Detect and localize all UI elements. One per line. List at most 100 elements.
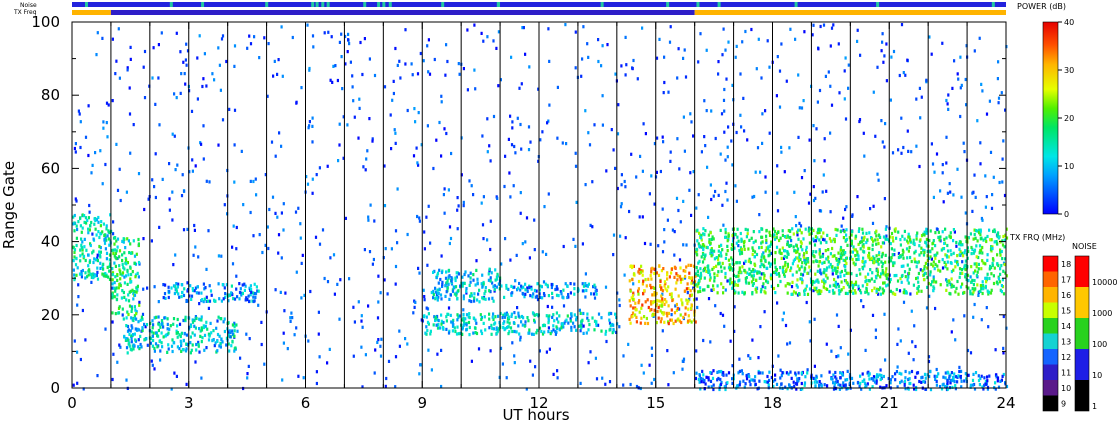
scatter-cell — [184, 82, 187, 86]
scatter-cell — [827, 248, 830, 252]
scatter-cell — [276, 72, 279, 76]
scatter-cell — [517, 324, 520, 328]
scatter-cell — [943, 260, 946, 265]
scatter-cell — [235, 247, 238, 251]
scatter-cell — [682, 115, 685, 119]
scatter-cell — [105, 224, 108, 228]
scatter-cell — [175, 331, 178, 335]
scatter-cell — [859, 247, 862, 251]
scatter-cell — [738, 383, 741, 387]
scatter-cell — [326, 164, 329, 168]
scatter-cell — [900, 264, 903, 268]
scatter-cell — [184, 58, 187, 62]
scatter-cell — [483, 292, 486, 296]
scatter-cell — [72, 222, 75, 226]
scatter-cell — [845, 228, 848, 232]
scatter-cell — [490, 332, 493, 336]
scatter-cell — [101, 182, 104, 186]
scatter-cell — [422, 288, 425, 292]
scatter-cell — [608, 380, 612, 384]
scatter-cell — [712, 369, 715, 373]
scatter-cell — [697, 377, 700, 381]
scatter-cell — [673, 275, 676, 279]
scatter-cell — [864, 275, 867, 279]
scatter-cell — [209, 289, 213, 293]
scatter-cell — [509, 326, 513, 330]
scatter-cell — [980, 286, 983, 291]
scatter-cell — [326, 361, 329, 365]
scatter-cell — [476, 277, 479, 281]
scatter-cell — [439, 277, 442, 282]
scatter-cell — [792, 380, 795, 384]
scatter-cell — [800, 277, 803, 281]
scatter-cell — [673, 253, 676, 257]
scatter-cell — [129, 57, 132, 61]
scatter-cell — [679, 280, 683, 284]
scatter-cell — [453, 326, 456, 330]
scatter-cell — [681, 367, 684, 371]
scatter-cell — [233, 297, 237, 301]
scatter-cell — [102, 222, 105, 226]
scatter-cell — [547, 27, 550, 31]
scatter-cell — [444, 73, 447, 77]
scatter-cell — [198, 34, 201, 38]
scatter-cell — [497, 314, 500, 318]
y-tick-label: 40 — [41, 233, 60, 251]
scatter-cell — [765, 238, 768, 242]
scatter-cell — [574, 244, 577, 248]
scatter-cell — [670, 313, 673, 317]
scatter-cell — [478, 300, 481, 304]
scatter-cell — [639, 321, 642, 325]
scatter-cell — [172, 322, 175, 326]
scatter-cell — [951, 385, 954, 389]
scatter-cell — [163, 316, 166, 320]
scatter-cell — [942, 200, 945, 204]
scatter-cell — [133, 332, 136, 336]
scatter-cell — [89, 243, 92, 248]
scatter-cell — [884, 273, 887, 277]
power-tick-label: 10 — [1064, 162, 1074, 171]
scatter-cell — [333, 292, 336, 296]
scatter-cell — [85, 248, 88, 252]
scatter-cell — [703, 135, 706, 139]
scatter-cell — [900, 151, 903, 155]
scatter-cell — [720, 282, 723, 286]
scatter-cell — [413, 107, 416, 111]
scatter-cell — [760, 287, 763, 292]
scatter-cell — [844, 56, 847, 60]
scatter-cell — [896, 365, 899, 369]
scatter-cell — [865, 384, 868, 388]
scatter-cell — [200, 328, 204, 332]
scatter-cell — [167, 295, 170, 300]
scatter-cell — [685, 265, 688, 269]
scatter-cell — [96, 270, 99, 274]
scatter-cell — [436, 288, 439, 292]
scatter-cell — [179, 50, 182, 54]
scatter-cell — [761, 141, 764, 145]
scatter-cell — [745, 276, 748, 280]
scatter-cell — [984, 284, 987, 288]
scatter-cell — [118, 167, 121, 171]
scatter-cell — [690, 263, 693, 267]
scatter-cell — [604, 332, 607, 336]
scatter-cell — [534, 365, 537, 369]
scatter-cell — [922, 379, 925, 384]
scatter-cell — [788, 236, 791, 240]
scatter-cell — [268, 207, 271, 212]
scatter-cell — [129, 151, 132, 155]
scatter-cell — [950, 277, 953, 281]
txfreq-swatch — [1043, 271, 1058, 287]
scatter-cell — [394, 229, 398, 233]
scatter-cell — [547, 321, 550, 325]
scatter-cell — [398, 329, 401, 333]
scatter-cell — [975, 255, 978, 259]
noise-swatch — [1075, 256, 1089, 287]
scatter-cell — [807, 201, 811, 205]
scatter-cell — [158, 123, 161, 127]
scatter-cell — [885, 79, 888, 83]
scatter-cell — [628, 317, 631, 321]
scatter-cell — [854, 262, 857, 266]
scatter-cell — [75, 256, 78, 261]
scatter-cell — [889, 242, 892, 246]
scatter-cell — [843, 97, 846, 101]
